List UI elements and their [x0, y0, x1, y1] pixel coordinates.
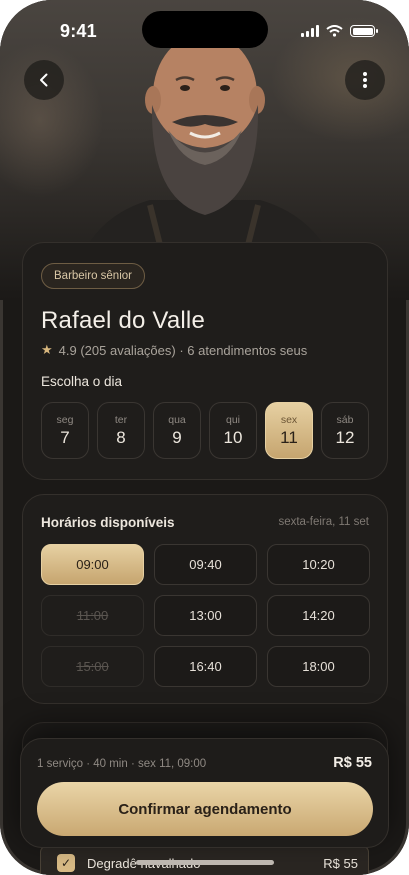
service-price: R$ 55: [323, 855, 358, 871]
time-slot-unavailable: 15:00: [41, 646, 144, 687]
times-title: Horários disponíveis: [41, 515, 175, 530]
checkbox-checked-icon[interactable]: ✓: [57, 854, 75, 872]
day-number: 10: [223, 427, 243, 447]
time-slot[interactable]: 10:20: [267, 544, 370, 585]
day-number: 9: [172, 427, 182, 447]
day-option[interactable]: qua 9: [153, 402, 201, 459]
day-weekday: seg: [56, 413, 74, 426]
star-icon: ★: [41, 342, 53, 357]
day-picker: seg 7 ter 8 qua 9 qui 10 sex 11 sáb 12: [41, 402, 369, 459]
status-time: 9:41: [60, 21, 97, 41]
day-weekday: ter: [114, 413, 128, 426]
time-slot[interactable]: 14:20: [267, 595, 370, 636]
time-slot[interactable]: 16:40: [154, 646, 257, 687]
time-slot-selected[interactable]: 09:00: [41, 544, 144, 585]
day-option[interactable]: seg 7: [41, 402, 89, 459]
day-number: 7: [60, 427, 70, 447]
wifi-icon: [326, 25, 343, 37]
cellular-signal-icon: [301, 25, 319, 37]
chevron-left-icon: [40, 73, 48, 87]
time-slot-unavailable: 11:00: [41, 595, 144, 636]
dynamic-island: [142, 11, 268, 48]
time-slot-grid: 09:00 09:40 10:20 11:00 13:00 14:20 15:0…: [41, 544, 370, 687]
day-weekday: sex: [280, 413, 298, 426]
back-button[interactable]: [24, 60, 64, 100]
day-option[interactable]: qui 10: [209, 402, 257, 459]
time-slot[interactable]: 13:00: [154, 595, 257, 636]
barber-name: Rafael do Valle: [41, 307, 205, 334]
times-date: sexta-feira, 11 set: [278, 516, 369, 528]
booking-summary-bar: 1 serviço · 40 min · sex 11, 09:00 R$ 55…: [20, 738, 389, 848]
confirm-booking-button[interactable]: Confirmar agendamento: [37, 782, 373, 836]
choose-day-label: Escolha o dia: [41, 374, 123, 389]
more-vertical-icon: [363, 72, 367, 88]
time-slot[interactable]: 18:00: [267, 646, 370, 687]
day-option[interactable]: ter 8: [97, 402, 145, 459]
battery-icon: [350, 25, 378, 37]
day-weekday: qua: [168, 413, 186, 426]
day-option-selected[interactable]: sex 11: [265, 402, 313, 459]
rating-row: ★ 4.9 (205 avaliações) · 6 atendimentos …: [41, 342, 307, 358]
rating-text: 4.9 (205 avaliações) · 6 atendimentos se…: [58, 342, 308, 358]
barber-profile-card: Barbeiro sênior Rafael do Valle ★ 4.9 (2…: [22, 242, 388, 480]
day-weekday: qui: [225, 413, 240, 426]
time-slots-card: Horários disponíveis sexta-feira, 11 set…: [22, 494, 388, 704]
booking-total: R$ 55: [333, 755, 372, 771]
status-icons: [301, 25, 378, 37]
day-number: 11: [280, 427, 298, 447]
day-number: 12: [335, 427, 355, 447]
phone-screen: 9:41 Barbeiro sênior Rafael do Valle ★ 4…: [0, 0, 409, 875]
time-slot[interactable]: 09:40: [154, 544, 257, 585]
day-number: 8: [116, 427, 126, 447]
day-weekday: sáb: [336, 413, 354, 426]
day-option[interactable]: sáb 12: [321, 402, 369, 459]
home-indicator: [136, 860, 274, 865]
more-options-button[interactable]: [345, 60, 385, 100]
booking-summary: 1 serviço · 40 min · sex 11, 09:00: [37, 758, 207, 770]
role-badge: Barbeiro sênior: [41, 263, 145, 289]
